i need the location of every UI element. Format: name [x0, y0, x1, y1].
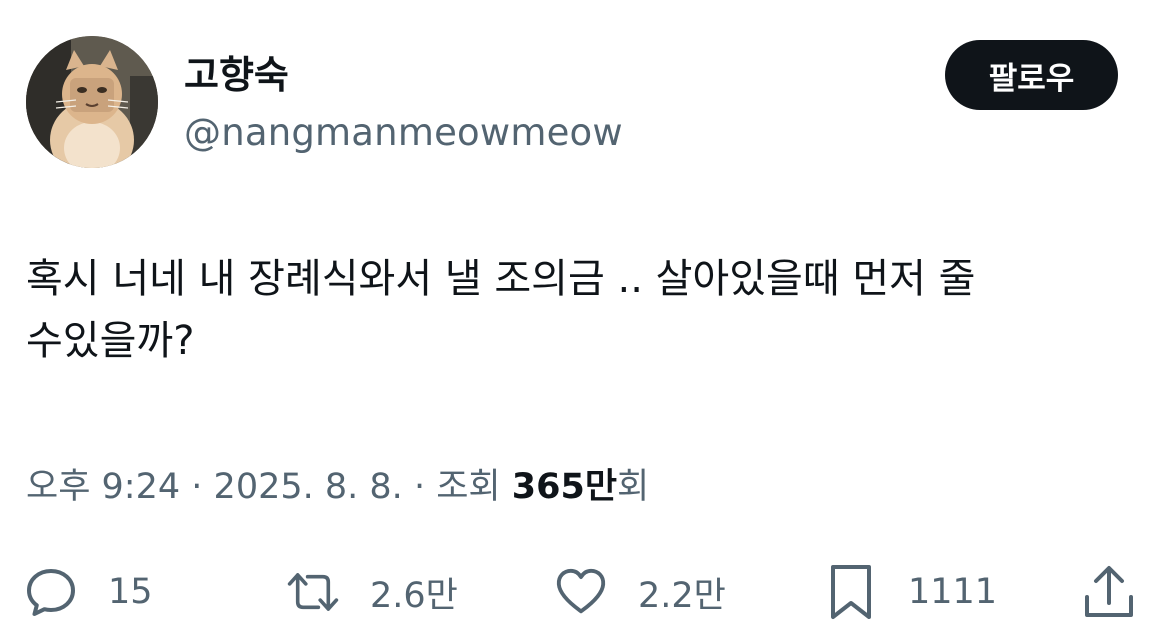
like-button[interactable]: 2.2만: [554, 562, 726, 622]
tweet-text: 혹시 너네 내 장례식와서 낼 조의금 .. 살아있을때 먼저 줄 수있을까?: [26, 256, 976, 364]
reply-icon: [24, 565, 78, 619]
like-count: 2.2만: [638, 575, 726, 616]
tweet: 고향숙 @nangmanmeowmeow 팔로우 혹시 너네 내 장례식와서 낼…: [0, 0, 1170, 637]
share-icon: [1082, 565, 1136, 619]
bookmark-button[interactable]: 1111: [824, 562, 997, 622]
tweet-date[interactable]: 2025. 8. 8.: [214, 467, 403, 507]
views-suffix: 회: [617, 467, 650, 507]
avatar[interactable]: [26, 36, 158, 168]
retweet-count: 2.6만: [370, 575, 458, 616]
views-count: 365만: [511, 467, 618, 507]
share-button[interactable]: [1082, 562, 1136, 622]
heart-icon: [554, 565, 608, 619]
follow-button[interactable]: 팔로우: [945, 40, 1118, 110]
tweet-time[interactable]: 오후 9:24: [26, 467, 180, 507]
bookmark-icon: [824, 565, 878, 619]
handle[interactable]: @nangmanmeowmeow: [184, 108, 623, 158]
retweet-icon: [286, 565, 340, 619]
bookmark-count: 1111: [908, 572, 998, 612]
views-prefix: 조회: [436, 467, 501, 507]
meta-separator: ·: [191, 467, 203, 507]
display-name[interactable]: 고향숙: [184, 50, 289, 100]
retweet-button[interactable]: 2.6만: [286, 562, 458, 622]
reply-button[interactable]: 15: [24, 562, 153, 622]
meta-separator: ·: [413, 467, 426, 507]
views-label[interactable]: 조회 365만회: [436, 467, 649, 507]
avatar-image: [26, 36, 158, 168]
reply-count: 15: [108, 572, 153, 612]
tweet-meta: 오후 9:24 · 2025. 8. 8. · 조회 365만회: [26, 462, 649, 512]
